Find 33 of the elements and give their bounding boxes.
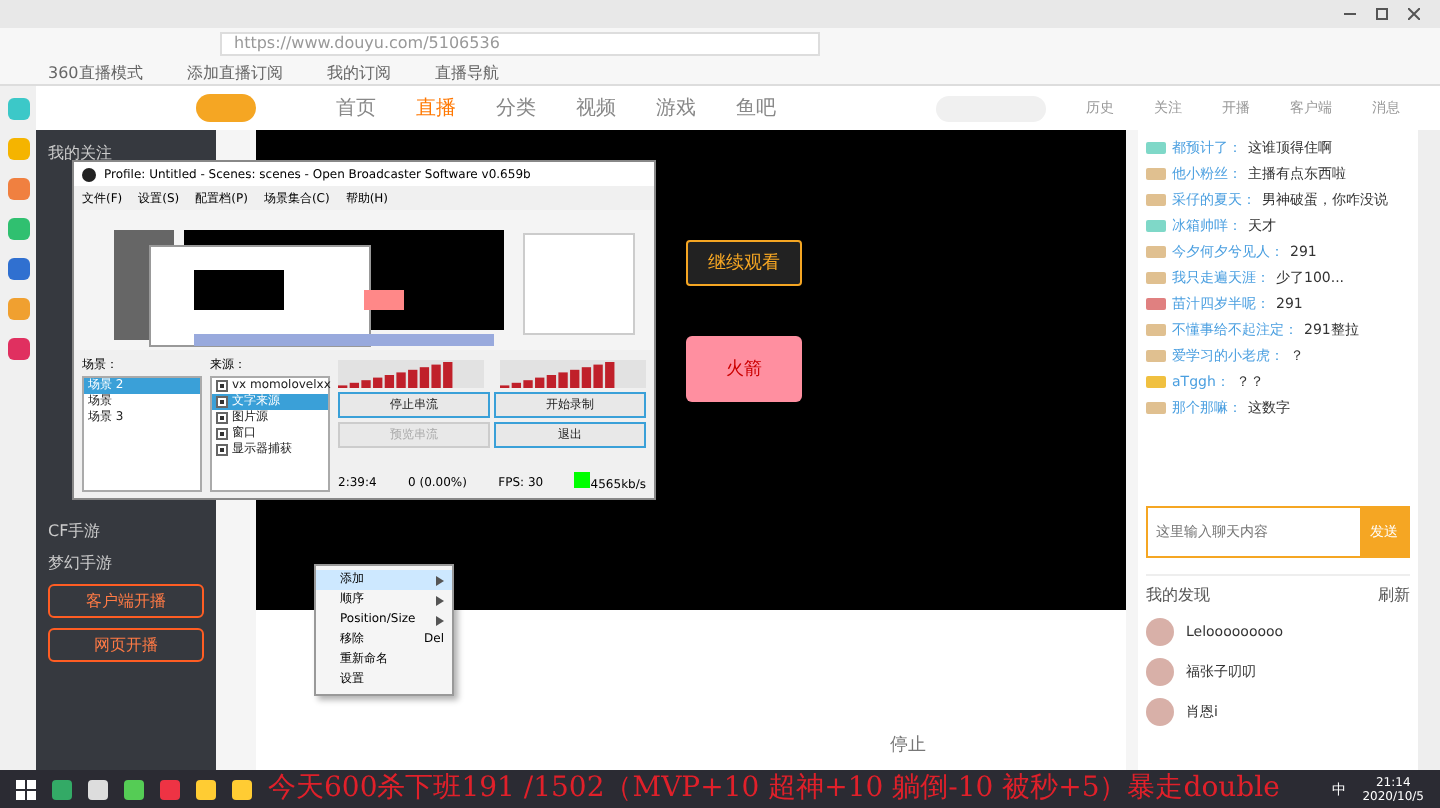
nav-link[interactable]: 游戏 [656, 94, 696, 122]
maximize-icon[interactable] [1376, 8, 1388, 20]
minimize-icon[interactable] [1344, 8, 1356, 20]
broadcast-button[interactable]: 客户端开播 [48, 584, 204, 618]
continue-button[interactable]: 继续观看 [686, 240, 802, 286]
app-icon[interactable] [7, 338, 29, 360]
sidebar-item[interactable]: 梦幻手游 [48, 552, 204, 574]
checkbox[interactable] [216, 412, 228, 424]
nav-link[interactable]: 鱼吧 [736, 94, 776, 122]
bookmark-link[interactable]: 添加直播订阅 [186, 61, 283, 83]
nav-link[interactable]: 首页 [336, 94, 376, 122]
address-field[interactable]: https://www.douyu.com/5106536 [220, 32, 820, 56]
nav-link[interactable]: 视频 [576, 94, 616, 122]
stream-caption: 今天600杀下班191 /1502（MVP+10 超神+10 躺倒-10 被秒+5）暴走double [268, 770, 1282, 808]
sidebar-item[interactable]: 我的关注 [48, 142, 204, 164]
checkbox[interactable] [216, 428, 228, 440]
broadcast-button[interactable]: 网页开播 [48, 628, 204, 662]
nav-link[interactable]: 分类 [496, 94, 536, 122]
checkbox[interactable] [216, 396, 228, 408]
scrollbar[interactable] [1418, 130, 1440, 770]
refresh-link[interactable]: 刷新 [1378, 584, 1410, 606]
checkbox[interactable] [216, 444, 228, 456]
checkbox[interactable] [216, 380, 228, 392]
app-icon[interactable] [7, 258, 29, 280]
bookmark-link[interactable]: 我的订阅 [326, 61, 391, 83]
sidebar-item[interactable]: CF手游 [48, 520, 204, 542]
close-icon[interactable] [1408, 8, 1420, 20]
app-logo-icon [82, 167, 96, 181]
bookmark-link[interactable]: 360直播模式 [48, 61, 143, 83]
windows-start-icon[interactable] [16, 779, 36, 799]
bookmark-link[interactable]: 直播导航 [434, 61, 499, 83]
section-title: 我的发现 [1146, 584, 1210, 606]
stop-label: 停止 [890, 733, 926, 758]
